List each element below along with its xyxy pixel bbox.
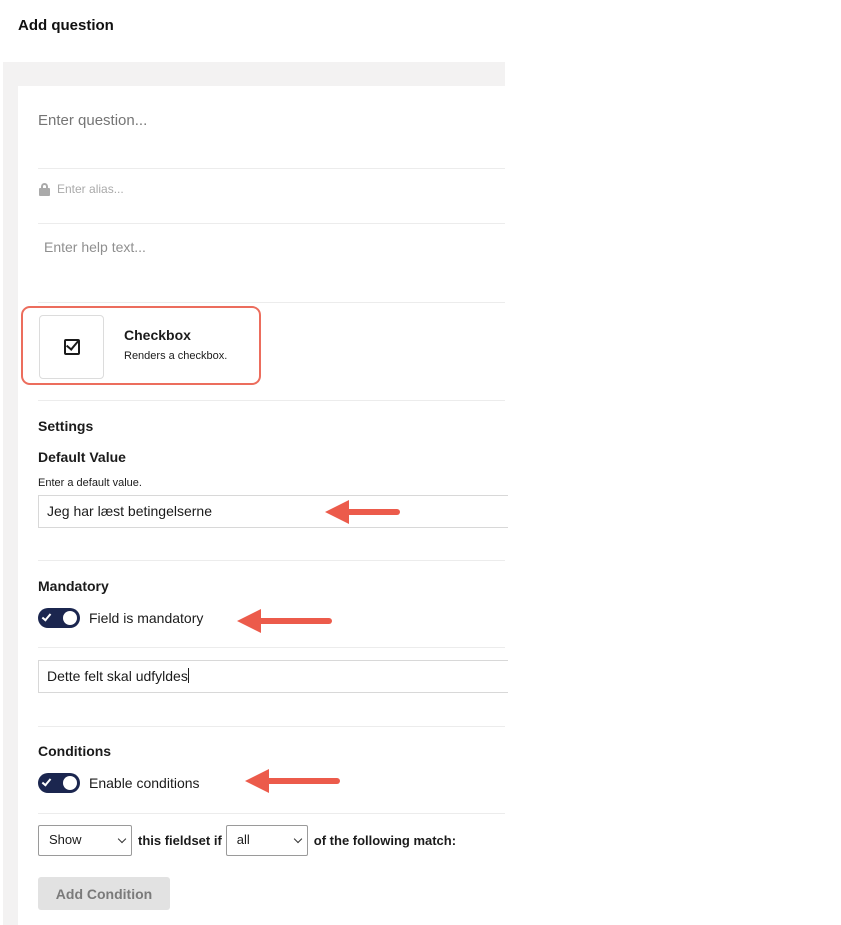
conditions-toggle-row: Enable conditions [38,773,200,793]
settings-title: Settings [38,418,94,434]
divider [38,223,505,224]
match-select-value: all [236,832,250,847]
annotation-arrow [237,609,332,633]
annotation-arrow [245,769,340,793]
page-title: Add question [18,17,114,34]
default-value-label: Default Value [38,449,126,465]
help-text-input[interactable]: Enter help text... [44,239,146,255]
check-icon [41,611,52,622]
check-icon [41,776,52,787]
action-select-value: Show [49,832,82,847]
divider [38,647,505,648]
action-select[interactable]: Show [38,825,132,856]
divider [38,560,505,561]
mandatory-message-input[interactable]: Dette felt skal udfyldes [38,660,508,693]
divider [38,168,505,169]
condition-rule-row: Show this fieldset if all of the followi… [38,825,456,856]
match-select[interactable]: all [225,825,308,856]
default-value-description: Enter a default value. [38,477,142,489]
chevron-down-icon [293,834,303,844]
divider [38,726,505,727]
toggle-knob [63,611,77,625]
alias-field[interactable]: Enter alias... [39,182,124,196]
field-type-card[interactable]: Checkbox Renders a checkbox. [21,306,261,385]
checkbox-icon [63,339,80,355]
text-caret [187,668,189,683]
question-input[interactable] [38,112,498,129]
annotation-arrow [325,500,400,524]
conditions-toggle-label: Enable conditions [89,775,200,791]
conditions-toggle[interactable] [38,773,80,793]
condition-text-2: of the following match: [313,833,457,848]
alias-placeholder: Enter alias... [57,182,124,196]
divider [38,302,505,303]
chevron-down-icon [117,834,127,844]
divider [38,400,505,401]
mandatory-toggle-row: Field is mandatory [38,608,203,628]
divider [38,813,505,814]
mandatory-message-value: Dette felt skal udfyldes [47,668,188,684]
toggle-knob [63,776,77,790]
condition-text-1: this fieldset if [138,833,222,848]
field-type-icon-box [39,315,104,379]
mandatory-title: Mandatory [38,578,109,594]
lock-icon[interactable] [39,182,51,196]
default-value-input[interactable]: Jeg har læst betingelserne [38,495,508,528]
add-condition-button[interactable]: Add Condition [38,877,170,910]
mandatory-toggle-label: Field is mandatory [89,610,204,626]
mandatory-toggle[interactable] [38,608,80,628]
field-type-name: Checkbox [124,327,191,343]
field-type-description: Renders a checkbox. [124,350,228,362]
conditions-title: Conditions [38,743,112,759]
